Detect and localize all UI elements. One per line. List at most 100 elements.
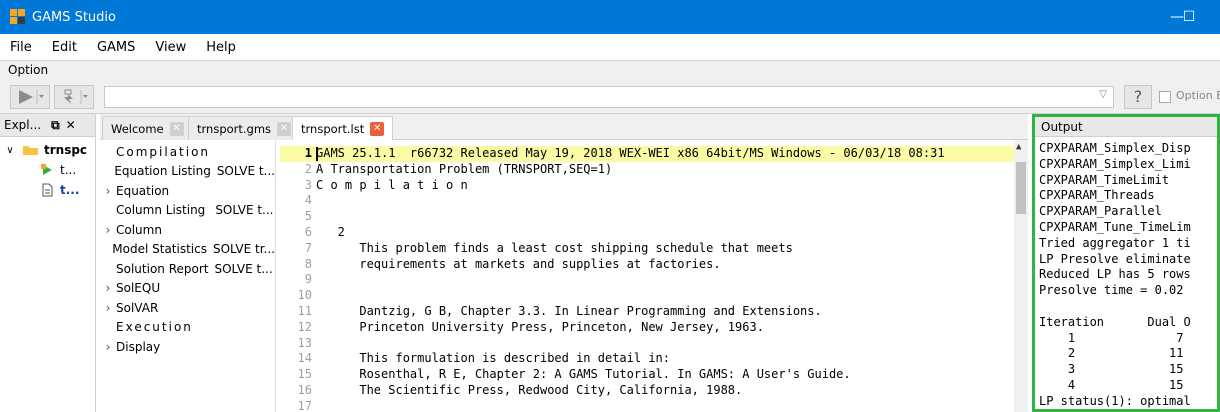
nav-item-equation-listing[interactable]: Equation Listing SOLVE t... [100, 162, 275, 182]
output-line: CPXPARAM_TimeLimit [1039, 172, 1170, 187]
code-text: Rosenthal, R E, Chapter 2: A GAMS Tutori… [316, 367, 851, 382]
chevron-right-icon[interactable]: › [100, 340, 116, 354]
output-line: LP status(1): optimal [1039, 393, 1191, 408]
menu-edit[interactable]: Edit [42, 40, 87, 55]
option-toolbar: ▽ ? Option Ec [0, 80, 1220, 114]
line-number: 15 [297, 367, 312, 382]
line-number: 4 [304, 193, 312, 208]
line-number: 10 [297, 288, 312, 303]
close-icon[interactable]: ✕ [66, 118, 76, 132]
run-button[interactable] [10, 85, 50, 109]
text-cursor [316, 147, 318, 161]
menu-help[interactable]: Help [196, 40, 246, 55]
nav-item-label: Solution Report [116, 261, 209, 276]
scrollbar-thumb[interactable] [1016, 162, 1026, 214]
line-number: 12 [297, 319, 312, 334]
help-button[interactable]: ? [1124, 85, 1152, 109]
code-line: 12 Princeton University Press, Princeton… [280, 320, 1028, 336]
nav-item-detail: SOLVE t... [216, 164, 275, 179]
maximize-button[interactable]: ☐ [1166, 0, 1212, 34]
nav-item-display[interactable]: › Display [100, 337, 275, 357]
nav-item-label: Column Listing [116, 203, 206, 218]
output-line: Tried aggregator 1 ti [1039, 235, 1191, 250]
chevron-right-icon[interactable]: › [100, 184, 116, 198]
tree-item-label: trnspc [44, 143, 88, 157]
output-line: 3 15 [1039, 362, 1184, 377]
nav-item-column-listing[interactable]: Column Listing SOLVE t... [100, 201, 275, 221]
lightning-icon [64, 89, 88, 104]
line-number: 1 [304, 146, 312, 160]
menu-view[interactable]: View [145, 40, 196, 55]
nav-item-label: Model Statistics [112, 242, 207, 257]
line-number: 6 [304, 224, 312, 239]
code-line: 6 2 [280, 225, 1028, 241]
chevron-right-icon[interactable]: › [100, 301, 116, 315]
code-line: 3 C o m p i l a t i o n [280, 178, 1028, 194]
chevron-right-icon[interactable]: › [100, 281, 116, 295]
tree-item-project[interactable]: ∨ trnspc [0, 140, 95, 160]
nav-item-detail: SOLVE tr... [212, 242, 275, 257]
code-text: Dantzig, G B, Chapter 3.3. In Linear Pro… [316, 303, 822, 318]
chevron-down-icon[interactable]: ▽ [1099, 89, 1107, 100]
option-editor-label: Option Ec [1176, 89, 1220, 102]
menu-gams[interactable]: GAMS [87, 40, 145, 55]
tree-item-label: t... [60, 183, 80, 197]
tree-item-gms[interactable]: t... [0, 160, 95, 180]
nav-item-column[interactable]: › Column [100, 220, 275, 240]
output-log[interactable]: CPXPARAM_Simplex_Disp CPXPARAM_Simplex_L… [1035, 137, 1217, 409]
tab-welcome[interactable]: Welcome ✕ [102, 116, 193, 140]
tab-label: trnsport.gms [197, 121, 272, 136]
tree-item-lst[interactable]: t... [0, 180, 95, 200]
menu-file[interactable]: File [0, 40, 42, 55]
code-line: 1 GAMS 25.1.1 r66732 Released May 19, 201… [280, 146, 1028, 162]
line-number: 3 [304, 177, 312, 192]
output-line: CPXPARAM_Simplex_Limi [1039, 156, 1191, 171]
run-icon [19, 90, 44, 104]
line-number: 17 [297, 398, 312, 412]
close-icon[interactable]: ✕ [277, 121, 292, 136]
nav-item-solvar[interactable]: › SolVAR [100, 298, 275, 318]
nav-item-solequ[interactable]: › SolEQU [100, 279, 275, 299]
nav-item-solution-report[interactable]: Solution Report SOLVE t... [100, 259, 275, 279]
output-line: 1 7 [1039, 330, 1184, 345]
lst-editor[interactable]: 1 GAMS 25.1.1 r66732 Released May 19, 201… [280, 140, 1028, 412]
nav-item-execution[interactable]: Execution [100, 318, 275, 338]
output-line: CPXPARAM_Simplex_Disp [1039, 141, 1191, 155]
code-text: Princeton University Press, Princeton, N… [316, 319, 764, 334]
compile-button[interactable] [54, 85, 94, 109]
code-line: 17 [280, 399, 1028, 412]
nav-item-model-statistics[interactable]: Model Statistics SOLVE tr... [100, 240, 275, 260]
output-line: CPXPARAM_Tune_TimeLim [1039, 219, 1191, 234]
scroll-up-icon[interactable]: ▲ [1016, 142, 1021, 152]
close-icon[interactable]: ✕ [169, 121, 184, 136]
nav-item-label: SolEQU [116, 281, 161, 296]
window-title: GAMS Studio [32, 9, 116, 25]
close-icon[interactable]: ✕ [370, 122, 385, 136]
chevron-right-icon[interactable]: › [100, 223, 116, 237]
nav-item-compilation[interactable]: Compilation [100, 142, 275, 162]
output-line: Presolve time = 0.02 [1039, 283, 1184, 298]
tab-trnsport-lst[interactable]: trnsport.lst ✕ [292, 116, 394, 141]
nav-item-equation[interactable]: › Equation [100, 181, 275, 201]
code-line: 9 [280, 272, 1028, 288]
output-line: LP Presolve eliminate [1039, 251, 1191, 266]
menu-bar: File Edit GAMS View Help [0, 34, 1220, 60]
option-editor-checkbox[interactable] [1159, 91, 1171, 103]
output-line: CPXPARAM_Parallel [1039, 204, 1162, 219]
line-number: 9 [304, 272, 312, 287]
title-bar: GAMS Studio — ☐ [0, 0, 1220, 34]
nav-item-label: Compilation [116, 144, 211, 159]
nav-item-label: Execution [116, 320, 193, 335]
command-line-options-input[interactable]: ▽ [104, 86, 1114, 108]
nav-item-detail: SOLVE t... [214, 261, 273, 276]
code-line: 10 [280, 288, 1028, 304]
nav-item-label: SolVAR [116, 300, 159, 315]
code-line: 16 The Scientific Press, Redwood City, C… [280, 383, 1028, 399]
tab-trnsport-gms[interactable]: trnsport.gms ✕ [188, 116, 301, 140]
code-text: GAMS 25.1.1 r66732 Released May 19, 2018… [316, 146, 945, 160]
float-pane-icon[interactable]: ⧉ [51, 118, 60, 133]
editor-scrollbar[interactable]: ▲ [1014, 140, 1028, 412]
line-number: 11 [297, 303, 312, 318]
chevron-down-icon[interactable]: ∨ [2, 145, 18, 156]
